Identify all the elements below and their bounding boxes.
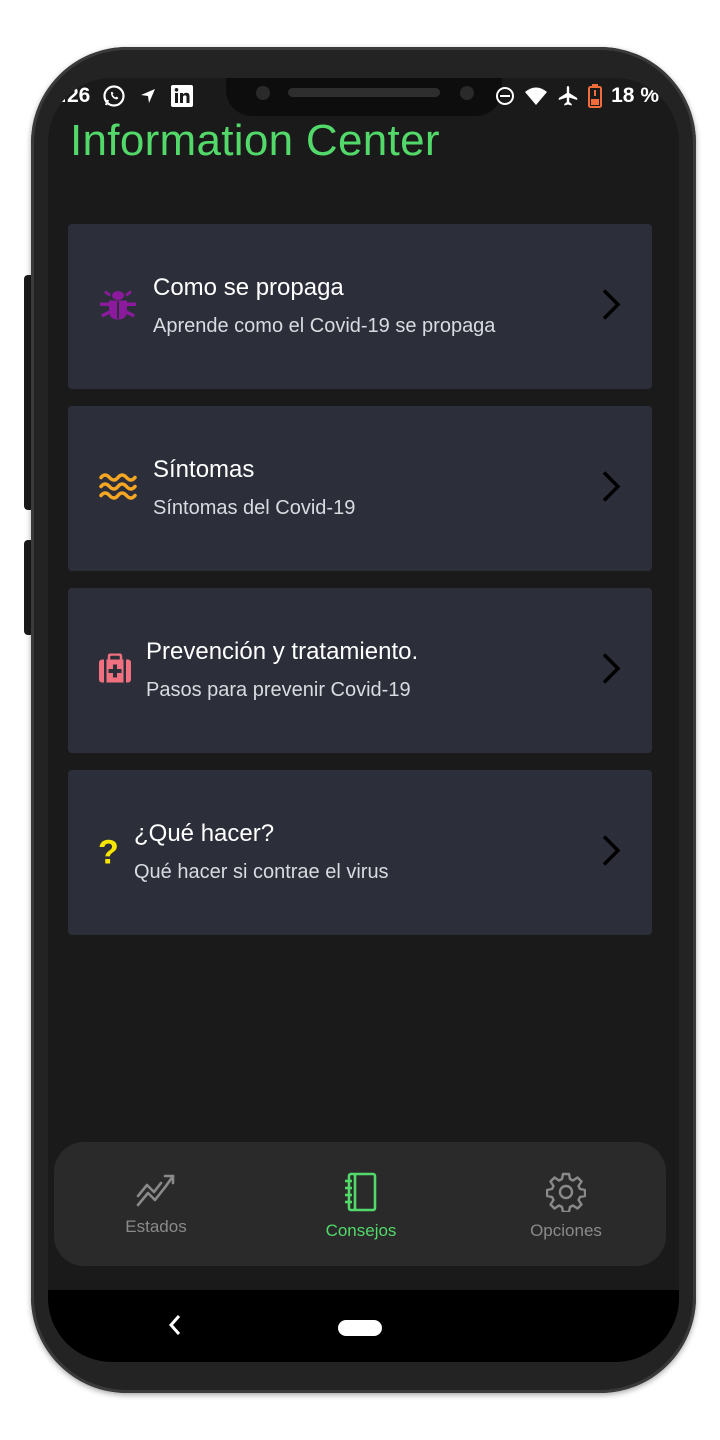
chevron-right-icon	[600, 287, 622, 326]
card-title: Como se propaga	[153, 274, 344, 301]
system-navigation-bar	[48, 1290, 679, 1362]
nav-label: Estados	[125, 1217, 187, 1236]
phone-screen: :26 18 % Information Center Como se prop…	[48, 78, 679, 1362]
wifi-icon	[524, 86, 548, 106]
card-subtitle: Síntomas del Covid-19	[153, 497, 356, 519]
question-icon: ?	[98, 833, 119, 871]
info-card-list: Como se propaga Aprende como el Covid-19…	[68, 224, 652, 952]
nav-opciones[interactable]: Opciones	[486, 1172, 646, 1241]
notebook-icon	[343, 1172, 379, 1216]
linkedin-icon	[170, 84, 194, 108]
chevron-right-icon	[600, 469, 622, 508]
card-title: Síntomas	[153, 456, 255, 483]
medical-kit-icon	[98, 652, 132, 688]
camera-icon	[256, 86, 270, 100]
bottom-navigation: Estados Consejos Opciones	[54, 1142, 666, 1266]
nav-label: Consejos	[325, 1221, 397, 1240]
waves-icon	[98, 469, 138, 508]
nav-consejos[interactable]: Consejos	[281, 1172, 441, 1241]
card-subtitle: Qué hacer si contrae el virus	[134, 861, 389, 883]
do-not-disturb-icon	[495, 86, 515, 106]
whatsapp-icon	[102, 84, 126, 108]
battery-percent: 18 %	[611, 84, 659, 107]
status-bar: :26 18 %	[48, 78, 679, 118]
chevron-right-icon	[600, 651, 622, 690]
card-sintomas[interactable]: Síntomas Síntomas del Covid-19	[68, 406, 652, 571]
camera-notch	[226, 78, 502, 116]
bug-icon	[98, 284, 138, 329]
nav-estados[interactable]: Estados	[76, 1172, 236, 1237]
card-prevencion[interactable]: Prevención y tratamiento. Pasos para pre…	[68, 588, 652, 753]
card-title: ¿Qué hacer?	[134, 820, 275, 847]
status-time: :26	[60, 84, 91, 107]
back-icon[interactable]	[166, 1312, 184, 1343]
card-subtitle: Pasos para prevenir Covid-19	[146, 679, 411, 701]
nav-label: Opciones	[530, 1221, 602, 1240]
navigation-arrow-icon	[138, 86, 158, 106]
card-como-se-propaga[interactable]: Como se propaga Aprende como el Covid-19…	[68, 224, 652, 389]
chart-line-icon	[135, 1174, 177, 1212]
card-subtitle: Aprende como el Covid-19 se propaga	[153, 315, 496, 337]
airplane-icon	[557, 85, 579, 107]
card-que-hacer[interactable]: ? ¿Qué hacer? Qué hacer si contrae el vi…	[68, 770, 652, 935]
speaker-grille	[288, 88, 440, 97]
battery-icon	[588, 84, 603, 108]
chevron-right-icon	[600, 833, 622, 872]
sensor-icon	[460, 86, 474, 100]
page-title: Information Center	[70, 116, 440, 165]
card-title: Prevención y tratamiento.	[146, 638, 419, 665]
gear-icon	[545, 1172, 587, 1216]
home-button[interactable]	[338, 1320, 382, 1336]
